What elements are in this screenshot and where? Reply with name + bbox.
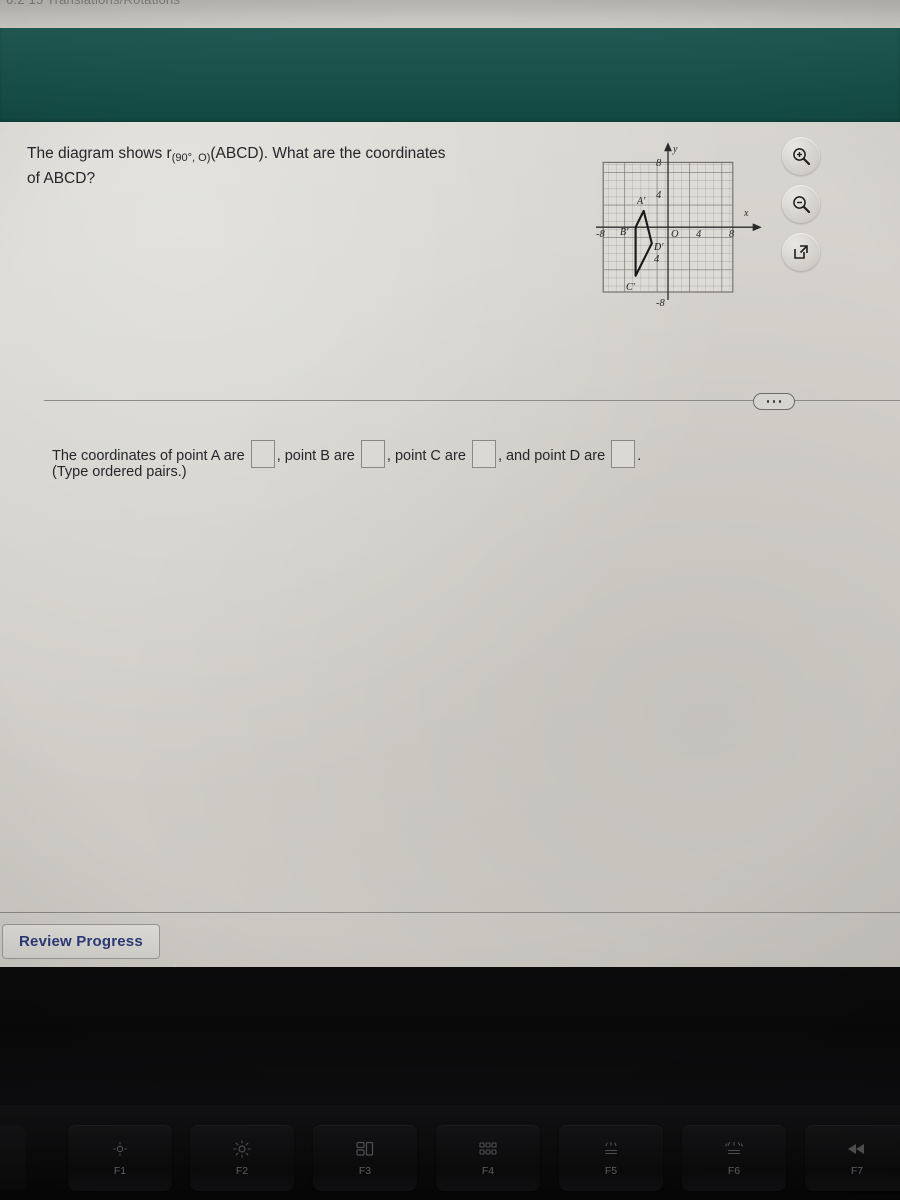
function-key-label: F6	[727, 1164, 741, 1177]
svg-text:-8: -8	[656, 298, 665, 309]
figure-tool-column	[782, 137, 834, 281]
question-text-part2: (ABCD). What are the coordinates	[210, 145, 446, 162]
question-sheet: The diagram shows r(90°, O)(ABCD). What …	[0, 122, 900, 985]
svg-text:8: 8	[729, 229, 735, 240]
function-key-f7[interactable]: F7	[805, 1125, 900, 1191]
question-prompt: The diagram shows r(90°, O)(ABCD). What …	[27, 142, 547, 191]
browser-chrome-strip: 6.2 15 Translations/Rotations	[0, 0, 900, 28]
app-header-banner	[0, 28, 900, 122]
function-key-f6[interactable]: F6	[682, 1125, 786, 1191]
svg-text:O: O	[671, 229, 679, 240]
answer-format-hint: (Type ordered pairs.)	[52, 464, 187, 480]
question-text-line2: of ABCD?	[27, 170, 96, 188]
zoom-out-icon[interactable]	[782, 185, 820, 223]
function-key-f4[interactable]: F4	[436, 1125, 540, 1191]
answer-input-point-a[interactable]	[250, 440, 275, 468]
ellipsis-dot	[778, 400, 782, 403]
answer-text-seg4: , and point D are	[497, 448, 606, 464]
coordinate-plane-svg: y x 8 4 O 4 8 -8 -8 4 A′ B′ C′ D′	[596, 142, 762, 309]
laptop-bezel	[0, 967, 900, 1117]
answer-input-point-b[interactable]	[360, 440, 385, 468]
function-key-label: F7	[850, 1164, 864, 1177]
svg-text:B′: B′	[620, 227, 629, 238]
svg-text:4: 4	[656, 190, 662, 201]
browser-tab-title: 6.2 15 Translations/Rotations	[6, 0, 180, 7]
review-progress-button[interactable]: Review Progress	[2, 924, 160, 959]
svg-text:A′: A′	[636, 196, 646, 207]
answer-text-seg1: The coordinates of point A are	[52, 448, 245, 464]
launchpad-icon	[479, 1140, 497, 1158]
answer-text-seg2: , point B are	[276, 448, 355, 464]
function-key-f5[interactable]: F5	[559, 1125, 663, 1191]
function-key-label: F1	[113, 1164, 127, 1177]
svg-text:C′: C′	[626, 282, 636, 293]
ellipsis-dot	[766, 400, 770, 403]
svg-text:y: y	[672, 144, 678, 155]
rotation-notation-subscript: (90°, O)	[171, 152, 211, 164]
function-key-row: F1 F2 F3 F4 F5 F6 F7	[0, 1125, 900, 1195]
footer-divider	[0, 912, 900, 913]
brightness-down-icon	[112, 1140, 128, 1158]
answer-text-seg3: , point C are	[386, 448, 466, 464]
function-key-label: F5	[604, 1164, 618, 1177]
mission-control-icon	[356, 1140, 374, 1158]
esc-key[interactable]	[0, 1125, 26, 1191]
question-text-part1: The diagram shows r	[27, 145, 172, 162]
ellipsis-dot	[772, 400, 776, 403]
function-key-f1[interactable]: F1	[68, 1125, 172, 1191]
svg-text:4: 4	[696, 229, 702, 240]
function-key-label: F2	[235, 1164, 249, 1177]
more-options-button[interactable]	[753, 393, 795, 410]
function-key-label: F3	[358, 1164, 372, 1177]
coordinate-plane-figure: y x 8 4 O 4 8 -8 -8 4 A′ B′ C′ D′	[592, 140, 772, 355]
keyboard-backlight-up-icon	[724, 1140, 744, 1158]
brightness-up-icon	[233, 1139, 251, 1158]
open-in-new-window-icon[interactable]	[782, 233, 820, 271]
svg-text:4: 4	[654, 254, 660, 265]
function-key-f3[interactable]: F3	[313, 1125, 417, 1191]
function-key-label: F4	[481, 1164, 495, 1177]
keyboard-backlight-down-icon	[601, 1140, 621, 1158]
svg-text:x: x	[743, 208, 749, 219]
answer-text-seg5: .	[637, 448, 642, 464]
svg-text:8: 8	[656, 158, 662, 169]
svg-text:-8: -8	[596, 229, 605, 240]
answer-input-point-c[interactable]	[471, 440, 496, 468]
rewind-icon	[847, 1140, 867, 1158]
answer-input-point-d[interactable]	[611, 440, 636, 468]
zoom-in-icon[interactable]	[782, 137, 820, 175]
function-key-f2[interactable]: F2	[190, 1125, 294, 1191]
svg-text:D′: D′	[653, 242, 664, 253]
laptop-screen-photo: 6.2 15 Translations/Rotations The diagra…	[0, 0, 900, 1200]
